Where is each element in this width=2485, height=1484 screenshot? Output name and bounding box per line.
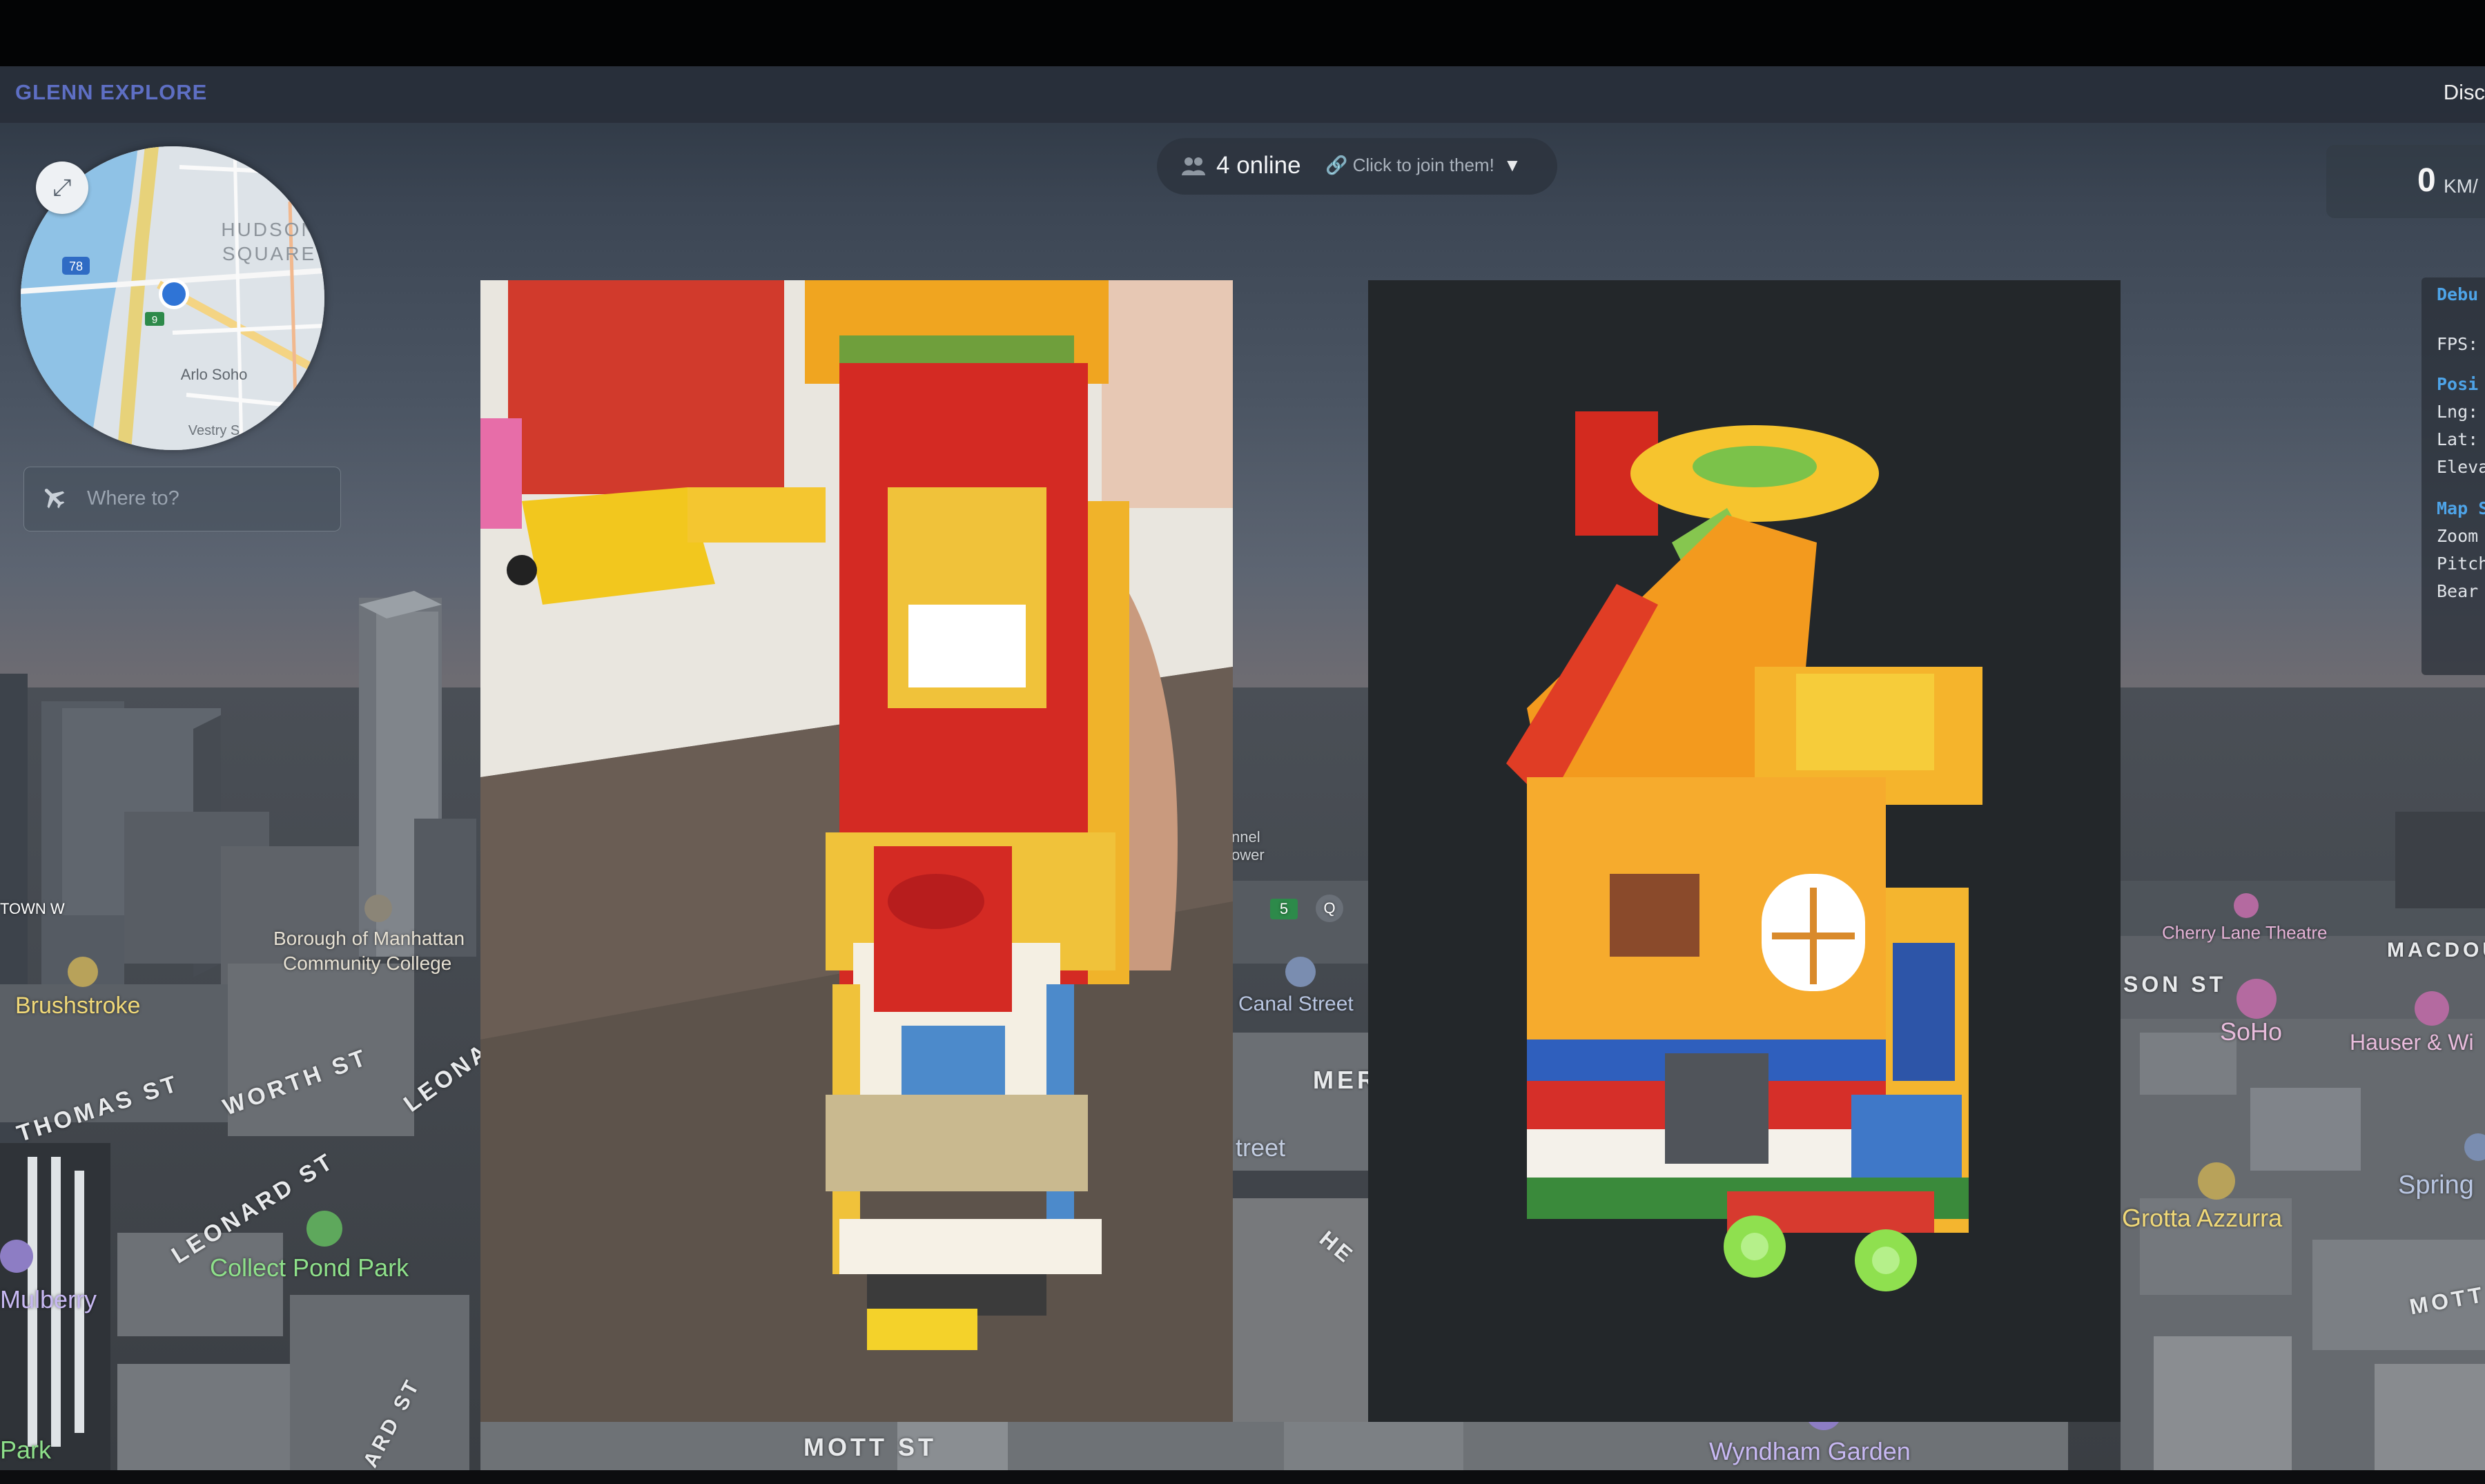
search-input[interactable] <box>86 480 323 516</box>
route-shield-5: 5 <box>1270 899 1298 919</box>
debug-pitch: Pitch <box>2437 554 2485 574</box>
debug-map-heading: Map S <box>2437 498 2485 518</box>
poi-mulberry[interactable]: Mulberry <box>0 1285 97 1314</box>
speed-unit: KM/ <box>2444 175 2478 197</box>
restaurant-poi-icon-grotta[interactable] <box>2198 1162 2235 1200</box>
speed-value: 0 <box>2417 162 2436 199</box>
poi-collect-pond-park[interactable]: Collect Pond Park <box>210 1253 409 1282</box>
discover-link[interactable]: Disc <box>2444 80 2485 105</box>
app-screen: GLENN EXPLORE Disc 78 9 HUDSON SQUARE Ar… <box>0 66 2485 1470</box>
gallery-poi-icon[interactable] <box>2415 991 2449 1026</box>
svg-text:SQUARE: SQUARE <box>222 243 316 264</box>
bottom-letterbox-bar <box>0 1470 2485 1484</box>
street-mott-st: MOTT ST <box>803 1433 937 1461</box>
debug-elevation: Eleva <box>2437 457 2485 477</box>
photo-lego-tower[interactable] <box>480 280 1233 1422</box>
svg-text:78: 78 <box>69 260 83 273</box>
link-icon: 🔗 <box>1325 155 1348 175</box>
app-header: GLENN EXPLORE Disc <box>0 66 2485 123</box>
photo-lego-house-3d[interactable] <box>1368 280 2121 1422</box>
poi-cherry-lane-theatre[interactable]: Cherry Lane Theatre <box>2162 922 2327 944</box>
online-count: 4 online <box>1216 152 1301 179</box>
join-others-link[interactable]: 🔗 Click to join them! ▼ <box>1325 155 1521 176</box>
poi-brushstroke[interactable]: Brushstroke <box>15 993 140 1019</box>
debug-position-heading: Posi <box>2437 374 2479 394</box>
debug-lng: Lng: <box>2437 402 2479 422</box>
debug-panel: Debu FPS: Posi Lng: Lat: Eleva Map S Zoo… <box>2421 277 2485 675</box>
map-label-tunnel-1: nnel <box>1231 828 1260 846</box>
street-son-st: SON ST <box>2123 972 2227 997</box>
chevron-down-icon: ▼ <box>1503 155 1521 175</box>
poi-park[interactable]: Park <box>0 1436 51 1465</box>
street-treet: treet <box>1236 1133 1286 1162</box>
svg-text:9: 9 <box>152 314 157 326</box>
poi-bmcc-line2[interactable]: Community College <box>283 953 451 975</box>
debug-fps: FPS: <box>2437 334 2479 354</box>
poi-bmcc-line1[interactable]: Borough of Manhattan <box>273 928 465 950</box>
poi-canal-street[interactable]: Canal Street <box>1238 993 1354 1016</box>
join-label: Click to join them! <box>1352 155 1494 175</box>
lego-house-image <box>1368 280 2121 1422</box>
hotel-poi-icon[interactable] <box>0 1240 33 1273</box>
app-brand-logo[interactable]: GLENN EXPLORE <box>15 80 207 105</box>
svg-text:Arlo Soho: Arlo Soho <box>181 366 248 383</box>
park-poi-icon[interactable] <box>306 1211 342 1247</box>
debug-zoom: Zoom <box>2437 526 2479 546</box>
poi-wyndham-garden[interactable]: Wyndham Garden <box>1709 1437 1911 1466</box>
debug-bearing: Bear <box>2437 581 2479 601</box>
expand-arrows-icon: ⤢ <box>52 175 72 201</box>
school-poi-icon[interactable] <box>364 895 392 922</box>
poi-hauser-wirth[interactable]: Hauser & Wi <box>2350 1030 2474 1055</box>
debug-lat: Lat: <box>2437 429 2479 449</box>
top-letterbox-bar <box>0 0 2485 66</box>
minimap-expand-button[interactable]: ⤢ <box>36 162 88 214</box>
svg-text:Vestry S: Vestry S <box>188 423 240 438</box>
street-macdou: MACDOU <box>2387 939 2485 961</box>
subway-poi-icon[interactable] <box>1285 957 1316 987</box>
restaurant-poi-icon[interactable] <box>68 957 98 987</box>
map-label-tunnel-2: ower <box>1231 846 1265 863</box>
svg-text:HUDSON: HUDSON <box>221 219 317 240</box>
plane-icon <box>44 489 65 509</box>
theatre-poi-icon[interactable] <box>2234 893 2259 918</box>
camera-poi-icon[interactable] <box>2236 979 2277 1019</box>
poi-grotta-azzurra[interactable]: Grotta Azzurra <box>2122 1204 2282 1233</box>
debug-title: Debu <box>2437 284 2479 304</box>
lego-tower-image <box>480 280 1233 1422</box>
poi-spring[interactable]: Spring <box>2398 1171 2474 1200</box>
route-shield-q: Q <box>1316 895 1343 922</box>
map-label-town-w: TOWN W <box>0 900 65 917</box>
poi-soho[interactable]: SoHo <box>2220 1017 2282 1046</box>
users-icon <box>1182 157 1205 175</box>
